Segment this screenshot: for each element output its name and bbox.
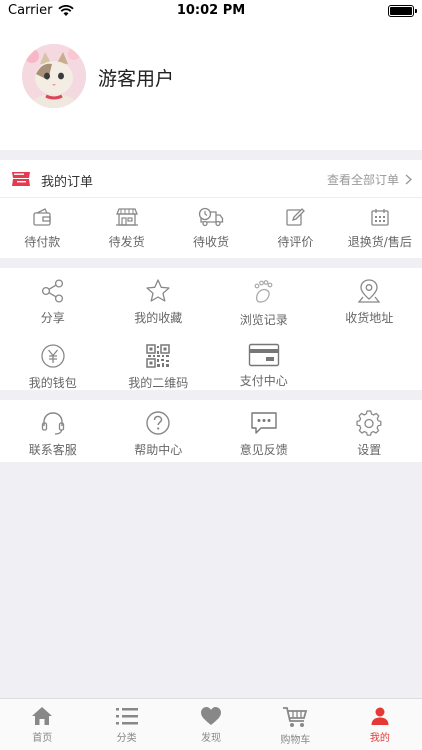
headset-icon bbox=[41, 412, 64, 435]
status-bar: Carrier 10:02 PM bbox=[0, 0, 422, 22]
favorites-item[interactable]: 我的收藏 bbox=[106, 268, 212, 333]
help-center-label: 帮助中心 bbox=[134, 443, 183, 457]
services-row-1: 分享 我的收藏 浏览记录 收货地址 bbox=[0, 268, 422, 333]
history-label: 浏览记录 bbox=[239, 313, 288, 327]
services-row-2: 我的钱包 我的二维码 支付中心 bbox=[0, 333, 422, 398]
qrcode-icon bbox=[146, 344, 170, 368]
tab-home-label: 首页 bbox=[32, 733, 53, 744]
tab-bar: 首页 分类 发现 购物车 我的 bbox=[0, 698, 422, 750]
payment-center-item[interactable]: 支付中心 bbox=[211, 333, 317, 398]
order-ticket-icon bbox=[12, 172, 30, 186]
clock: 10:02 PM bbox=[176, 3, 246, 18]
order-pending-shipment-label: 待发货 bbox=[108, 235, 145, 249]
edit-icon bbox=[286, 208, 306, 226]
feedback-item[interactable]: 意见反馈 bbox=[211, 400, 317, 465]
wallet-label: 我的钱包 bbox=[28, 376, 77, 390]
star-icon bbox=[146, 279, 170, 302]
home-icon bbox=[32, 707, 53, 725]
battery-icon bbox=[388, 5, 417, 17]
order-after-sales[interactable]: 退换货/售后 bbox=[338, 198, 422, 258]
tab-cart-label: 购物车 bbox=[280, 735, 311, 746]
settings-icon bbox=[356, 410, 382, 436]
settings-item[interactable]: 设置 bbox=[317, 400, 422, 465]
username[interactable]: 游客用户 bbox=[98, 64, 174, 91]
tab-category[interactable]: 分类 bbox=[84, 699, 168, 750]
help-center-item[interactable]: 帮助中心 bbox=[106, 400, 212, 465]
customer-service-item[interactable]: 联系客服 bbox=[0, 400, 106, 465]
feedback-icon bbox=[251, 412, 277, 434]
person-icon bbox=[371, 707, 389, 725]
order-pending-payment[interactable]: 待付款 bbox=[0, 198, 84, 258]
feedback-label: 意见反馈 bbox=[239, 443, 288, 457]
settings-label: 设置 bbox=[357, 443, 382, 457]
yuan-icon bbox=[41, 344, 65, 368]
delivery-truck-icon bbox=[198, 207, 224, 227]
heart-icon bbox=[201, 707, 222, 725]
cart-icon bbox=[283, 707, 308, 727]
support-grid: 联系客服 帮助中心 意见反馈 设置 bbox=[0, 400, 422, 462]
tab-home[interactable]: 首页 bbox=[0, 699, 84, 750]
address-item[interactable]: 收货地址 bbox=[317, 268, 422, 333]
order-pending-receipt[interactable]: 待收货 bbox=[169, 198, 253, 258]
services-grid: 分享 我的收藏 浏览记录 收货地址 我的钱包 我的二维码 支付中心 bbox=[0, 268, 422, 390]
order-pending-payment-label: 待付款 bbox=[24, 235, 61, 249]
share-item[interactable]: 分享 bbox=[0, 268, 106, 333]
order-pending-receipt-label: 待收货 bbox=[193, 235, 230, 249]
support-row: 联系客服 帮助中心 意见反馈 设置 bbox=[0, 400, 422, 465]
order-pending-shipment[interactable]: 待发货 bbox=[84, 198, 168, 258]
tab-cart[interactable]: 购物车 bbox=[253, 699, 337, 750]
orders-title: 我的订单 bbox=[41, 175, 94, 190]
services-empty-slot bbox=[317, 333, 422, 398]
address-label: 收货地址 bbox=[345, 311, 394, 325]
tab-discover-label: 发现 bbox=[201, 733, 222, 744]
order-after-sales-label: 退换货/售后 bbox=[347, 235, 412, 249]
tab-discover[interactable]: 发现 bbox=[169, 699, 253, 750]
help-icon bbox=[146, 411, 170, 435]
share-icon bbox=[41, 279, 63, 303]
customer-service-label: 联系客服 bbox=[28, 443, 77, 457]
wallet-icon bbox=[33, 208, 51, 226]
qrcode-label: 我的二维码 bbox=[128, 376, 189, 390]
profile-header: 游客用户 bbox=[0, 22, 422, 150]
order-pending-review[interactable]: 待评价 bbox=[253, 198, 337, 258]
tab-mine[interactable]: 我的 bbox=[338, 699, 422, 750]
avatar-cat-image bbox=[22, 44, 86, 108]
history-item[interactable]: 浏览记录 bbox=[211, 268, 317, 333]
tab-category-label: 分类 bbox=[116, 733, 137, 744]
orders-header[interactable]: 我的订单 查看全部订单 bbox=[0, 160, 422, 198]
avatar[interactable] bbox=[22, 44, 86, 108]
chevron-right-icon bbox=[405, 174, 412, 185]
view-all-orders-label: 查看全部订单 bbox=[326, 173, 399, 187]
calendar-icon bbox=[371, 209, 389, 226]
location-icon bbox=[357, 279, 381, 303]
order-status-row: 待付款 待发货 待收货 待评价 退换货/售后 bbox=[0, 198, 422, 258]
wallet-item[interactable]: 我的钱包 bbox=[0, 333, 106, 398]
card-icon bbox=[248, 343, 279, 367]
share-label: 分享 bbox=[40, 311, 65, 325]
list-icon bbox=[115, 708, 138, 725]
shop-icon bbox=[115, 208, 138, 226]
favorites-label: 我的收藏 bbox=[134, 311, 183, 325]
view-all-orders-link[interactable]: 查看全部订单 bbox=[327, 171, 412, 188]
qrcode-item[interactable]: 我的二维码 bbox=[106, 333, 212, 398]
payment-center-label: 支付中心 bbox=[239, 374, 288, 388]
tab-mine-label: 我的 bbox=[369, 733, 390, 744]
footprint-icon bbox=[254, 280, 273, 303]
order-pending-review-label: 待评价 bbox=[277, 235, 314, 249]
